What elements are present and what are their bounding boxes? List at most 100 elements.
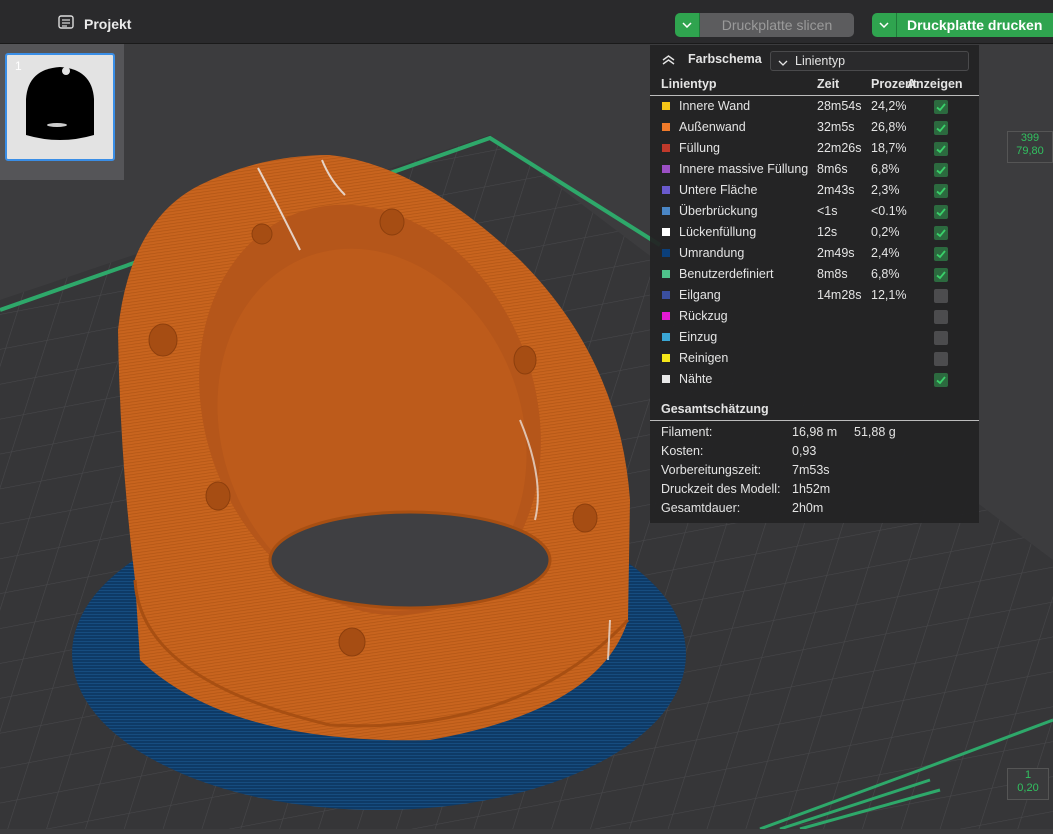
legend-row: Innere Wand 28m54s 24,2%: [650, 96, 979, 117]
show-checkbox[interactable]: [934, 142, 948, 156]
color-swatch: [662, 144, 670, 152]
slice-plate-split-button: Druckplatte slicen: [675, 13, 854, 37]
legend-header: Farbschema Linientyp: [650, 45, 979, 73]
top-layer-number: 399: [1020, 132, 1040, 144]
slice-plate-button[interactable]: Druckplatte slicen: [700, 13, 854, 37]
show-checkbox[interactable]: [934, 268, 948, 282]
checkmark-icon: [936, 145, 946, 154]
legend-row: Untere Fläche 2m43s 2,3%: [650, 180, 979, 201]
color-swatch: [662, 375, 670, 383]
show-checkbox[interactable]: [934, 184, 948, 198]
filament-label: Filament:: [661, 425, 713, 439]
summary-row-cost: Kosten: 0,93: [661, 444, 971, 463]
color-swatch: [662, 249, 670, 257]
legend-row: Rückzug: [650, 306, 979, 327]
project-button[interactable]: Projekt: [58, 14, 131, 34]
show-checkbox[interactable]: [934, 163, 948, 177]
checkmark-icon: [936, 208, 946, 217]
show-checkbox[interactable]: [934, 121, 948, 135]
legend-column-headers: Linientyp Zeit Prozent Anzeigen: [650, 73, 979, 96]
show-checkbox[interactable]: [934, 310, 948, 324]
plate-thumbnail-panel: 1: [0, 44, 124, 180]
show-checkbox[interactable]: [934, 226, 948, 240]
color-swatch: [662, 102, 670, 110]
summary-row-filament: Filament: 16,98 m 51,88 g: [661, 425, 971, 444]
checkmark-icon: [936, 103, 946, 112]
show-checkbox[interactable]: [934, 352, 948, 366]
color-swatch: [662, 291, 670, 299]
column-line-type: Linientyp: [661, 77, 717, 91]
print-options-chevron-icon[interactable]: [872, 13, 897, 37]
show-checkbox[interactable]: [934, 247, 948, 261]
legend-row: Überbrückung <1s <0.1%: [650, 201, 979, 222]
color-scheme-select[interactable]: Linientyp: [770, 51, 969, 71]
summary-row-model-time: Druckzeit des Modell: 1h52m: [661, 482, 971, 501]
project-list-icon: [58, 14, 74, 35]
line-type-time: 32m5s: [817, 120, 855, 134]
legend-row: Innere massive Füllung 8m6s 6,8%: [650, 159, 979, 180]
line-type-legend-panel: Farbschema Linientyp Linientyp Zeit Proz…: [650, 45, 979, 523]
summary-row-total-time: Gesamtdauer: 2h0m: [661, 501, 971, 520]
color-swatch: [662, 123, 670, 131]
prep-time-value: 7m53s: [792, 463, 830, 477]
line-type-percent: 2,3%: [871, 183, 900, 197]
checkmark-icon: [936, 376, 946, 385]
show-checkbox[interactable]: [934, 289, 948, 303]
line-type-time: 2m43s: [817, 183, 855, 197]
line-type-name: Reinigen: [679, 351, 729, 365]
line-type-name: Füllung: [679, 141, 720, 155]
collapse-chevron-up-icon[interactable]: [662, 54, 675, 68]
model-time-label: Druckzeit des Modell:: [661, 482, 781, 496]
slice-options-chevron-icon[interactable]: [675, 13, 700, 37]
line-type-percent: <0.1%: [871, 204, 907, 218]
cost-label: Kosten:: [661, 444, 704, 458]
line-type-name: Umrandung: [679, 246, 745, 260]
line-type-percent: 24,2%: [871, 99, 907, 113]
legend-row: Nähte: [650, 369, 979, 390]
plate-thumbnail[interactable]: 1: [5, 53, 115, 161]
line-type-name: Eilgang: [679, 288, 721, 302]
line-type-name: Innere massive Füllung: [679, 162, 809, 176]
print-plate-button[interactable]: Druckplatte drucken: [897, 13, 1053, 37]
legend-row: Umrandung 2m49s 2,4%: [650, 243, 979, 264]
print-plate-split-button: Druckplatte drucken: [872, 13, 1053, 37]
line-type-time: 2m49s: [817, 246, 855, 260]
plate-number: 1: [15, 59, 22, 73]
line-type-percent: 26,8%: [871, 120, 907, 134]
total-time-label: Gesamtdauer:: [661, 501, 741, 515]
legend-row: Reinigen: [650, 348, 979, 369]
line-type-name: Überbrückung: [679, 204, 758, 218]
layer-slider-bottom-readout[interactable]: 1 0,20: [1007, 768, 1049, 800]
total-estimate-heading: Gesamtschätzung: [661, 402, 769, 416]
line-type-name: Untere Fläche: [679, 183, 758, 197]
show-checkbox[interactable]: [934, 373, 948, 387]
line-type-name: Innere Wand: [679, 99, 751, 113]
legend-row: Einzug: [650, 327, 979, 348]
line-type-percent: 6,8%: [871, 162, 900, 176]
divider: [650, 420, 979, 421]
line-type-name: Einzug: [679, 330, 718, 344]
line-type-percent: 6,8%: [871, 267, 900, 281]
color-swatch: [662, 354, 670, 362]
color-swatch: [662, 228, 670, 236]
top-layer-height: 79,80: [1016, 145, 1044, 157]
filament-length: 16,98 m: [792, 425, 838, 439]
color-swatch: [662, 312, 670, 320]
show-checkbox[interactable]: [934, 100, 948, 114]
model-time-value: 1h52m: [792, 482, 831, 496]
line-type-time: 22m26s: [817, 141, 862, 155]
color-swatch: [662, 186, 670, 194]
checkmark-icon: [936, 271, 946, 280]
line-type-percent: 2,4%: [871, 246, 900, 260]
checkmark-icon: [936, 250, 946, 259]
color-swatch: [662, 165, 670, 173]
show-checkbox[interactable]: [934, 205, 948, 219]
legend-row: Benutzerdefiniert 8m8s 6,8%: [650, 264, 979, 285]
color-swatch: [662, 333, 670, 341]
cost-value: 0,93: [792, 444, 817, 458]
line-type-time: <1s: [817, 204, 838, 218]
bottom-layer-height: 0,20: [1017, 782, 1039, 794]
legend-row: Füllung 22m26s 18,7%: [650, 138, 979, 159]
layer-slider-top-readout[interactable]: 399 79,80: [1007, 131, 1053, 163]
show-checkbox[interactable]: [934, 331, 948, 345]
